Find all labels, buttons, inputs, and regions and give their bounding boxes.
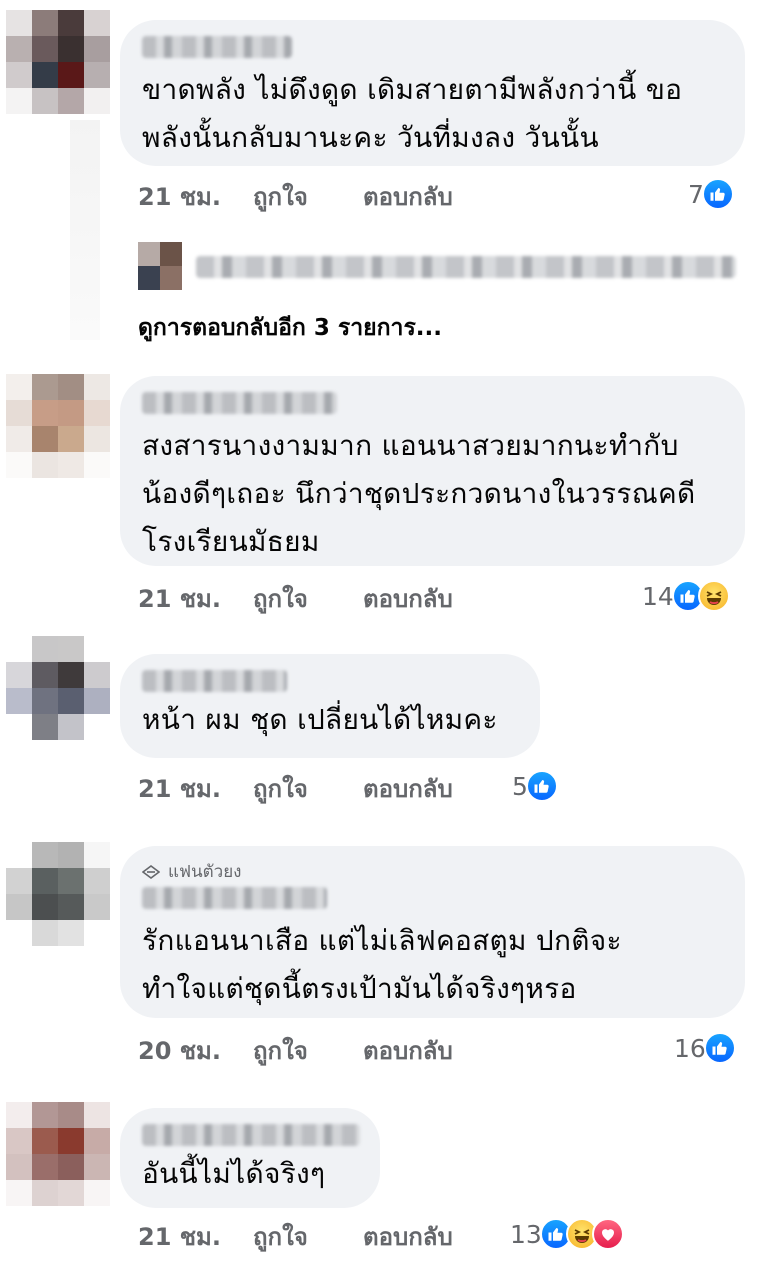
reaction-summary[interactable]: 14: [642, 576, 730, 616]
like-button[interactable]: ถูกใจ: [253, 769, 363, 808]
like-button[interactable]: ถูกใจ: [253, 1217, 363, 1256]
avatar[interactable]: [6, 10, 110, 114]
reply-preview[interactable]: [138, 242, 738, 290]
comment-timestamp[interactable]: 21 ชม.: [138, 579, 253, 618]
reply-button[interactable]: ตอบกลับ: [363, 1031, 453, 1070]
comment-bubble: แฟนตัวยง รักแอนนาเสือ แต่ไม่เลิฟคอสตูม ป…: [120, 846, 745, 1018]
like-button[interactable]: ถูกใจ: [253, 177, 363, 216]
comment-bubble: หน้า ผม ชุด เปลี่ยนได้ไหมคะ: [120, 654, 540, 758]
reaction-summary[interactable]: 13: [510, 1214, 624, 1254]
comment-bubble: อันนี้ไม่ได้จริงๆ: [120, 1108, 380, 1208]
like-reaction-icon: [701, 178, 734, 210]
reaction-summary[interactable]: 16: [674, 1028, 736, 1068]
comment-actions: 21 ชม. ถูกใจ ตอบกลับ: [138, 768, 453, 808]
reaction-summary[interactable]: 7: [688, 174, 734, 214]
commenter-name-blurred[interactable]: [142, 670, 287, 692]
reply-preview-text-blurred: [196, 256, 736, 278]
commenter-name-blurred[interactable]: [142, 392, 337, 414]
comment-actions: 21 ชม. ถูกใจ ตอบกลับ: [138, 176, 453, 216]
comment-text: อันนี้ไม่ได้จริงๆ: [142, 1157, 326, 1190]
top-fan-icon: [142, 864, 160, 879]
comment-actions: 21 ชม. ถูกใจ ตอบกลับ: [138, 578, 453, 618]
comment-text: สงสารนางงามมาก แอนนาสวยมากนะทำกับ น้องดี…: [142, 429, 696, 558]
reaction-summary[interactable]: 5: [512, 766, 558, 806]
commenter-name-blurred[interactable]: [142, 887, 327, 909]
comment-timestamp[interactable]: 21 ชม.: [138, 177, 253, 216]
view-more-replies-link[interactable]: ดูการตอบกลับอีก 3 รายการ...: [138, 310, 442, 346]
comment-text: ขาดพลัง ไม่ดึงดูด เดิมสายตามีพลังกว่านี้…: [142, 73, 683, 154]
comment-text: หน้า ผม ชุด เปลี่ยนได้ไหมคะ: [142, 703, 498, 736]
commenter-name-blurred[interactable]: [142, 1124, 360, 1146]
thread-connector: [70, 120, 100, 340]
like-reaction-icon: [703, 1032, 736, 1064]
reply-button[interactable]: ตอบกลับ: [363, 1217, 453, 1256]
comment-timestamp[interactable]: 21 ชม.: [138, 1217, 253, 1256]
comment-bubble: สงสารนางงามมาก แอนนาสวยมากนะทำกับ น้องดี…: [120, 376, 745, 566]
comment-bubble: ขาดพลัง ไม่ดึงดูด เดิมสายตามีพลังกว่านี้…: [120, 20, 745, 166]
reaction-count: 14: [642, 581, 674, 611]
comment-actions: 21 ชม. ถูกใจ ตอบกลับ: [138, 1216, 453, 1256]
reply-avatar[interactable]: [138, 242, 182, 290]
reaction-count: 13: [510, 1219, 542, 1249]
comment-timestamp[interactable]: 20 ชม.: [138, 1031, 253, 1070]
love-reaction-icon: [591, 1218, 624, 1250]
top-fan-label: แฟนตัวยง: [168, 862, 242, 882]
like-button[interactable]: ถูกใจ: [253, 579, 363, 618]
comment-actions: 20 ชม. ถูกใจ ตอบกลับ: [138, 1030, 453, 1070]
comment-timestamp[interactable]: 21 ชม.: [138, 769, 253, 808]
top-fan-badge: แฟนตัวยง: [142, 858, 723, 885]
reply-button[interactable]: ตอบกลับ: [363, 579, 453, 618]
avatar[interactable]: [6, 842, 110, 946]
like-button[interactable]: ถูกใจ: [253, 1031, 363, 1070]
avatar[interactable]: [6, 374, 110, 478]
commenter-name-blurred[interactable]: [142, 36, 292, 58]
reply-button[interactable]: ตอบกลับ: [363, 769, 453, 808]
comment-text: รักแอนนาเสือ แต่ไม่เลิฟคอสตูม ปกติจะ ทำใ…: [142, 924, 622, 1005]
avatar[interactable]: [6, 636, 110, 740]
haha-reaction-icon: [697, 580, 730, 612]
reaction-count: 16: [674, 1033, 706, 1063]
avatar[interactable]: [6, 1102, 110, 1206]
reply-button[interactable]: ตอบกลับ: [363, 177, 453, 216]
like-reaction-icon: [525, 770, 558, 802]
